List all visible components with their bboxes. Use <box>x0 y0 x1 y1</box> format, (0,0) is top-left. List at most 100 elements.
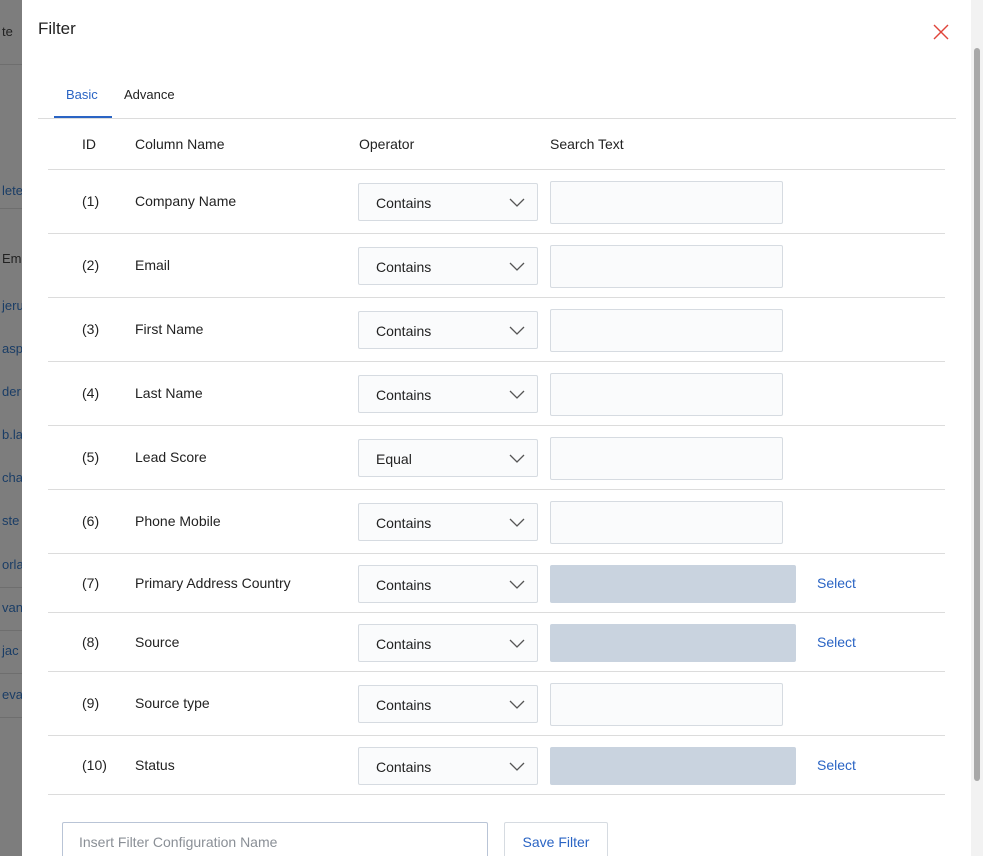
row-column-name: Email <box>135 257 171 273</box>
operator-select[interactable]: Contains <box>358 624 538 662</box>
header-operator: Operator <box>359 136 415 152</box>
background-text: der <box>2 384 21 399</box>
row-id: (3) <box>82 321 100 337</box>
row-id: (4) <box>82 385 100 401</box>
row-column-name: Last Name <box>135 385 203 401</box>
background-text: van <box>2 600 22 615</box>
table-row: (10) Status Contains Select <box>48 736 945 795</box>
filter-modal: Filter Basic Advance ID Column Name Oper… <box>22 0 983 856</box>
table-header: ID Column Name Operator Search Text <box>48 119 945 170</box>
operator-select-value: Contains <box>376 387 432 403</box>
filter-config-name-input[interactable] <box>62 822 488 856</box>
chevron-down-icon <box>509 518 525 527</box>
background-text: jac <box>2 643 19 658</box>
table-row: (5) Lead Score Equal <box>48 426 945 490</box>
row-id: (7) <box>82 575 100 591</box>
operator-select-value: Equal <box>376 451 412 467</box>
operator-select-value: Contains <box>376 259 432 275</box>
modal-title: Filter <box>38 19 76 38</box>
search-text-input[interactable] <box>550 181 783 224</box>
operator-select[interactable]: Contains <box>358 247 538 285</box>
search-value-display <box>550 624 796 662</box>
operator-select-value: Contains <box>376 636 432 652</box>
row-column-name: Phone Mobile <box>135 513 221 529</box>
background-divider <box>0 208 22 209</box>
background-text: b.la <box>2 427 22 442</box>
background-text: cha <box>2 470 22 485</box>
header-column-name: Column Name <box>135 136 225 152</box>
table-row: (7) Primary Address Country Contains Select <box>48 554 945 613</box>
background-text: te <box>2 24 13 39</box>
row-id: (6) <box>82 513 100 529</box>
row-column-name: Company Name <box>135 193 237 209</box>
operator-select-value: Contains <box>376 697 432 713</box>
operator-select-value: Contains <box>376 195 432 211</box>
table-row: (1) Company Name Contains <box>48 170 945 234</box>
table-row: (8) Source Contains Select <box>48 613 945 672</box>
background-text: ste <box>2 513 20 528</box>
search-text-input[interactable] <box>550 373 783 416</box>
background-app: te lete Em jeru asp der b.la cha ste orla van jac ev… <box>0 0 22 856</box>
search-text-input[interactable] <box>550 309 783 352</box>
background-text: asp <box>2 341 22 356</box>
search-value-display <box>550 565 796 603</box>
chevron-down-icon <box>509 639 525 648</box>
operator-select[interactable]: Contains <box>358 375 538 413</box>
table-row: (6) Phone Mobile Contains <box>48 490 945 554</box>
row-id: (8) <box>82 634 100 650</box>
header-id: ID <box>82 136 96 152</box>
background-divider <box>0 630 22 631</box>
chevron-down-icon <box>509 390 525 399</box>
chevron-down-icon <box>509 580 525 589</box>
chevron-down-icon <box>509 700 525 709</box>
filter-tabs: Basic Advance <box>38 72 956 119</box>
operator-select-value: Contains <box>376 577 432 593</box>
operator-select[interactable]: Contains <box>358 685 538 723</box>
search-value-display <box>550 747 796 785</box>
operator-select-value: Contains <box>376 515 432 531</box>
row-column-name: Status <box>135 757 175 773</box>
save-filter-button[interactable]: Save Filter <box>504 822 608 856</box>
operator-select-value: Contains <box>376 759 432 775</box>
table-row: (3) First Name Contains <box>48 298 945 362</box>
background-text: lete <box>2 183 22 198</box>
table-row: (9) Source type Contains <box>48 672 945 736</box>
active-tab-indicator <box>54 116 112 118</box>
chevron-down-icon <box>509 762 525 771</box>
row-column-name: Source type <box>135 695 210 711</box>
operator-select[interactable]: Contains <box>358 565 538 603</box>
close-icon <box>933 24 949 40</box>
background-text: orla <box>2 557 22 572</box>
row-id: (5) <box>82 449 100 465</box>
operator-select[interactable]: Equal <box>358 439 538 477</box>
row-column-name: Primary Address Country <box>135 575 291 591</box>
background-divider <box>0 717 22 718</box>
operator-select[interactable]: Contains <box>358 747 538 785</box>
background-text: jeru <box>2 298 22 313</box>
search-text-input[interactable] <box>550 245 783 288</box>
tab-basic[interactable]: Basic <box>66 87 98 102</box>
background-divider <box>0 64 22 65</box>
background-divider <box>0 673 22 674</box>
search-text-input[interactable] <box>550 501 783 544</box>
chevron-down-icon <box>509 326 525 335</box>
tab-advance[interactable]: Advance <box>124 87 175 102</box>
chevron-down-icon <box>509 262 525 271</box>
scrollbar-thumb[interactable] <box>974 48 980 781</box>
background-text: Em <box>2 251 22 266</box>
chevron-down-icon <box>509 454 525 463</box>
chevron-down-icon <box>509 198 525 207</box>
close-button[interactable] <box>931 22 951 42</box>
row-column-name: First Name <box>135 321 204 337</box>
row-id: (10) <box>82 757 107 773</box>
operator-select[interactable]: Contains <box>358 183 538 221</box>
select-value-link[interactable]: Select <box>817 575 856 591</box>
operator-select[interactable]: Contains <box>358 311 538 349</box>
search-text-input[interactable] <box>550 437 783 480</box>
select-value-link[interactable]: Select <box>817 634 856 650</box>
select-value-link[interactable]: Select <box>817 757 856 773</box>
operator-select[interactable]: Contains <box>358 503 538 541</box>
row-column-name: Lead Score <box>135 449 207 465</box>
search-text-input[interactable] <box>550 683 783 726</box>
operator-select-value: Contains <box>376 323 432 339</box>
